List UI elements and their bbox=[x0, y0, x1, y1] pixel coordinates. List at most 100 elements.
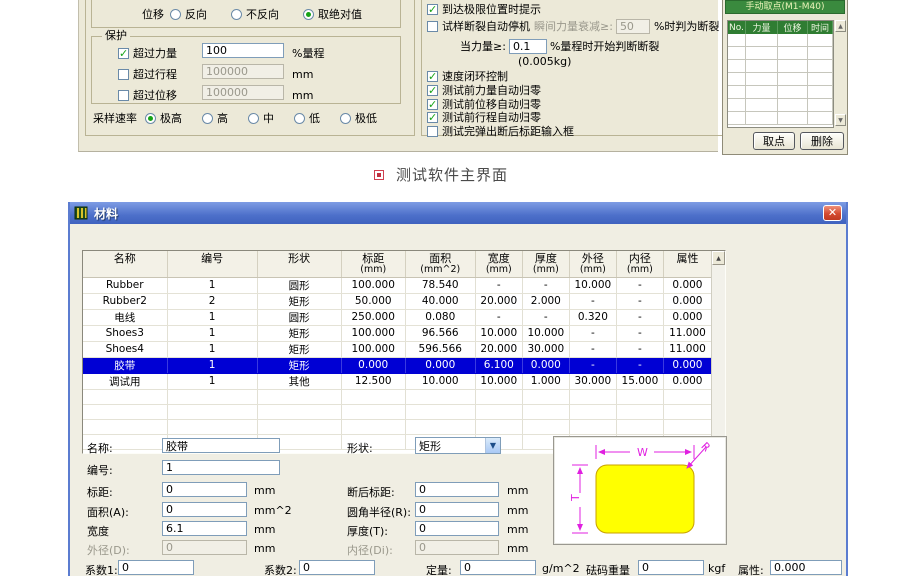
name-input[interactable] bbox=[162, 438, 280, 453]
manual-points-title: 手动取点(M1-M40) bbox=[725, 0, 845, 14]
displacement-radios: 反向 不反向 取绝对值 bbox=[170, 6, 362, 22]
radio-option[interactable]: 低 bbox=[294, 110, 320, 126]
radio-icon[interactable] bbox=[340, 113, 351, 124]
over-disp-checkbox[interactable] bbox=[118, 90, 129, 101]
sample-rate-radios: 极高 高 中 低 极低 bbox=[145, 110, 377, 126]
zero-disp-checkbox[interactable] bbox=[427, 99, 438, 110]
over-force-input[interactable] bbox=[202, 43, 284, 58]
table-col-header[interactable]: 属性 bbox=[663, 251, 711, 277]
option-limit-prompt: 到达极限位置时提示 bbox=[427, 1, 541, 17]
table-row[interactable]: 电线1圆形250.0000.080--0.320-0.000 bbox=[83, 309, 712, 325]
material-dialog-icon bbox=[74, 206, 88, 220]
table-row[interactable]: Rubber22矩形50.00040.00020.0002.000--0.000 bbox=[83, 293, 712, 309]
force-judge-row: 当力量≥: %量程时开始判断断裂 bbox=[460, 38, 659, 54]
gauge-input[interactable] bbox=[162, 482, 247, 497]
radio-icon[interactable] bbox=[202, 113, 213, 124]
over-stroke-input bbox=[202, 64, 284, 79]
manual-points-table: No.力量位移时间 bbox=[727, 20, 834, 128]
scroll-up-icon[interactable]: ▲ bbox=[712, 251, 725, 265]
name-label: 名称: bbox=[87, 440, 113, 456]
over-force-checkbox[interactable] bbox=[118, 48, 129, 59]
manual-scroll-up-button[interactable]: ▲ bbox=[835, 20, 846, 32]
table-row-empty bbox=[83, 419, 712, 434]
table-col-header[interactable]: 形状 bbox=[257, 251, 341, 277]
grammage-input[interactable] bbox=[460, 560, 536, 575]
table-row[interactable]: Shoes41矩形100.000596.56620.00030.000--11.… bbox=[83, 341, 712, 357]
radio-label: 取绝对值 bbox=[318, 6, 362, 22]
radio-label: 低 bbox=[309, 110, 320, 126]
table-row-selected[interactable]: 胶带1矩形0.0000.0006.1000.000--0.000 bbox=[83, 357, 712, 373]
table-col-header[interactable]: 名称 bbox=[83, 251, 167, 277]
inner-d-input bbox=[415, 540, 499, 555]
delete-point-button[interactable]: 删除 bbox=[800, 132, 844, 150]
close-icon[interactable]: ✕ bbox=[823, 205, 842, 221]
table-row[interactable]: Shoes31矩形100.00096.56610.00010.000--11.0… bbox=[83, 325, 712, 341]
radio-label: 高 bbox=[217, 110, 228, 126]
coef1-input[interactable] bbox=[118, 560, 194, 575]
table-col-header[interactable]: 外径(mm) bbox=[569, 251, 616, 277]
protection-groupbox: 保护 超过力量 %量程 超过行程 mm 超过位移 mm bbox=[91, 36, 401, 104]
force-judge-input[interactable] bbox=[509, 39, 547, 54]
attribute-input[interactable] bbox=[770, 560, 842, 575]
weight-input[interactable] bbox=[638, 560, 704, 575]
sample-rate-label: 采样速率 bbox=[93, 110, 137, 126]
outer-d-label: 外径(D): bbox=[87, 542, 130, 558]
width-input[interactable] bbox=[162, 521, 247, 536]
zero-force-checkbox[interactable] bbox=[427, 85, 438, 96]
radio-icon[interactable] bbox=[303, 9, 314, 20]
area-input[interactable] bbox=[162, 502, 247, 517]
table-col-header[interactable]: 厚度(mm) bbox=[522, 251, 569, 277]
speed-loop-checkbox[interactable] bbox=[427, 71, 438, 82]
radio-option[interactable]: 极高 bbox=[145, 110, 182, 126]
table-row-empty bbox=[83, 404, 712, 419]
break-stop-checkbox[interactable] bbox=[427, 21, 438, 32]
radius-input[interactable] bbox=[415, 502, 499, 517]
manual-point-row bbox=[728, 112, 833, 125]
displacement-row: 位移 反向不反向取绝对值 bbox=[92, 6, 400, 22]
shape-select[interactable]: 矩形 ▼ bbox=[415, 437, 501, 454]
radio-option[interactable]: 反向 bbox=[170, 6, 207, 22]
coef2-label: 系数2: bbox=[264, 562, 297, 576]
zero-stroke-checkbox[interactable] bbox=[427, 112, 438, 123]
table-col-header[interactable]: 内径(mm) bbox=[616, 251, 663, 277]
table-row[interactable]: 调试用1其他12.50010.00010.0001.00030.00015.00… bbox=[83, 373, 712, 389]
take-point-button[interactable]: 取点 bbox=[753, 132, 795, 150]
chevron-down-icon[interactable]: ▼ bbox=[485, 438, 500, 453]
number-label: 编号: bbox=[87, 462, 113, 478]
manual-col-header: No. bbox=[728, 21, 746, 34]
manual-col-header: 力量 bbox=[746, 21, 778, 34]
radio-option[interactable]: 取绝对值 bbox=[303, 6, 362, 22]
over-stroke-checkbox[interactable] bbox=[118, 69, 129, 80]
thickness-input[interactable] bbox=[415, 521, 499, 536]
radio-label: 不反向 bbox=[246, 6, 279, 22]
material-table: 名称编号形状标距(mm)面积(mm^2)宽度(mm)厚度(mm)外径(mm)内径… bbox=[82, 250, 726, 454]
width-label: 宽度 bbox=[87, 523, 109, 539]
manual-scroll-down-button[interactable]: ▼ bbox=[835, 114, 846, 126]
radio-option[interactable]: 不反向 bbox=[231, 6, 279, 22]
radio-icon[interactable] bbox=[248, 113, 259, 124]
radio-option[interactable]: 中 bbox=[248, 110, 274, 126]
coef2-input[interactable] bbox=[299, 560, 375, 575]
table-col-header[interactable]: 标距(mm) bbox=[341, 251, 405, 277]
table-col-header[interactable]: 面积(mm^2) bbox=[405, 251, 475, 277]
shape-preview: W T R bbox=[553, 436, 727, 545]
radio-icon[interactable] bbox=[231, 9, 242, 20]
decay-input bbox=[616, 19, 650, 34]
number-input[interactable] bbox=[162, 460, 280, 475]
radio-option[interactable]: 高 bbox=[202, 110, 228, 126]
radio-icon[interactable] bbox=[145, 113, 156, 124]
inner-d-label: 内径(Di): bbox=[347, 542, 393, 558]
radio-icon[interactable] bbox=[294, 113, 305, 124]
radio-icon[interactable] bbox=[170, 9, 181, 20]
gauge-after-input[interactable] bbox=[415, 482, 499, 497]
over-stroke-unit: mm bbox=[292, 68, 313, 81]
limit-prompt-checkbox[interactable] bbox=[427, 4, 438, 15]
material-table-scrollbar[interactable]: ▲ ▼ bbox=[711, 251, 725, 453]
option-popup-gauge: 测试完弹出断后标距输入框 bbox=[427, 123, 574, 139]
table-col-header[interactable]: 编号 bbox=[167, 251, 257, 277]
radio-option[interactable]: 极低 bbox=[340, 110, 377, 126]
table-col-header[interactable]: 宽度(mm) bbox=[475, 251, 522, 277]
popup-gauge-checkbox[interactable] bbox=[427, 126, 438, 137]
force-judge-label: 当力量≥: bbox=[460, 38, 506, 54]
table-row[interactable]: Rubber1圆形100.00078.540--10.000-0.000 bbox=[83, 277, 712, 293]
